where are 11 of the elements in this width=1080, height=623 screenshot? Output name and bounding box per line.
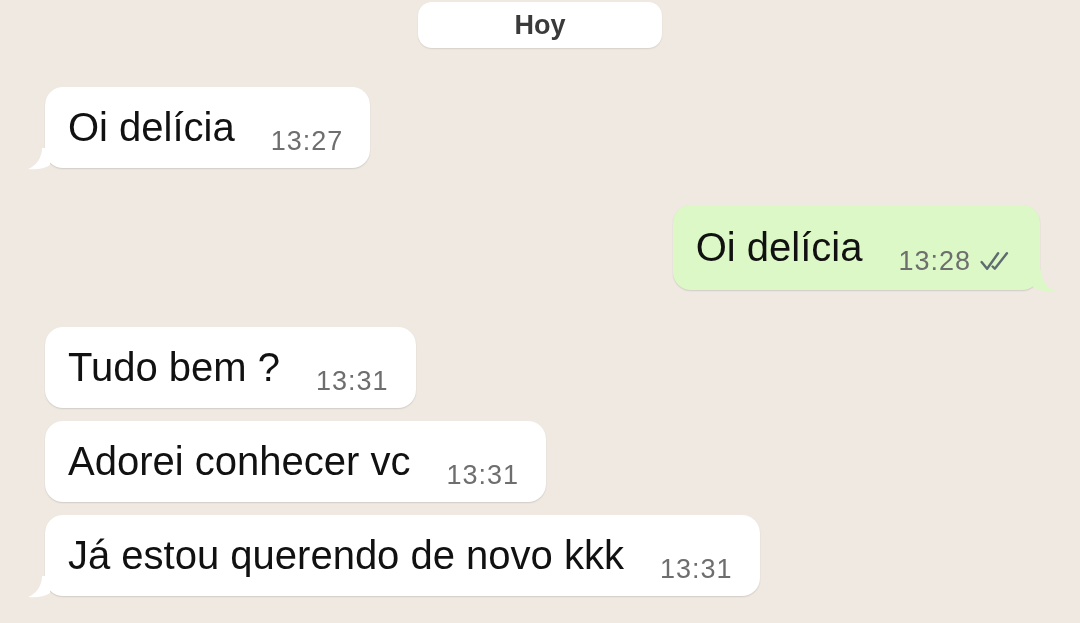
message-time: 13:27 <box>270 125 344 157</box>
message-text: Adorei conhecer vc <box>68 438 411 485</box>
message-text: Tudo bem ? <box>68 344 280 391</box>
date-divider: Hoy <box>418 2 662 48</box>
message-time: 13:31 <box>446 459 519 491</box>
message-text: Oi delícia <box>68 104 235 151</box>
message-text: Já estou querendo de novo kkk <box>68 532 624 579</box>
message-time: 13:31 <box>659 553 733 585</box>
message-text: Oi delícia <box>695 224 863 271</box>
message-time: 13:28 <box>898 245 971 277</box>
message-time: 13:31 <box>316 365 389 397</box>
